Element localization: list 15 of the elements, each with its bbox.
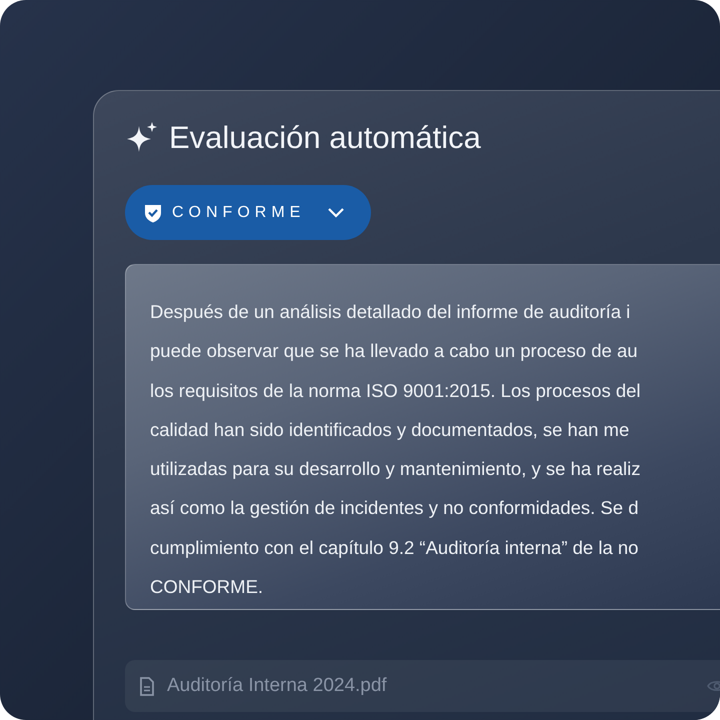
attachment-row[interactable]: Auditoría Interna 2024.pdf xyxy=(125,660,720,712)
panel-title: Evaluación automática xyxy=(169,120,481,156)
file-name: Auditoría Interna 2024.pdf xyxy=(167,675,387,697)
verdict-dropdown[interactable]: CONFORME xyxy=(125,185,371,240)
summary-line: puede observar que se ha llevado a cabo un proceso de au xyxy=(150,339,639,364)
summary-line: los requisitos de la norma ISO 9001:2015. Los procesos del xyxy=(150,378,642,403)
summary-line: así como la gestión de incidentes y no conformidades. Se d xyxy=(150,496,640,520)
summary-line: calidad han sido identificados y documentados, se han me xyxy=(150,418,630,442)
chevron-down-icon xyxy=(327,206,346,218)
summary-line: CONFORME. xyxy=(150,575,264,600)
document-icon xyxy=(139,676,155,696)
summary-line: utilizadas para su desarrollo y mantenimiento, y se ha realiz xyxy=(150,457,642,482)
summary-line: Después de un análisis detallado del informe de auditoría i xyxy=(150,300,632,324)
shield-check-icon xyxy=(144,202,162,222)
summary-line: cumplimiento con el capítulo 9.2 “Auditoría interna” de la no xyxy=(150,536,640,560)
